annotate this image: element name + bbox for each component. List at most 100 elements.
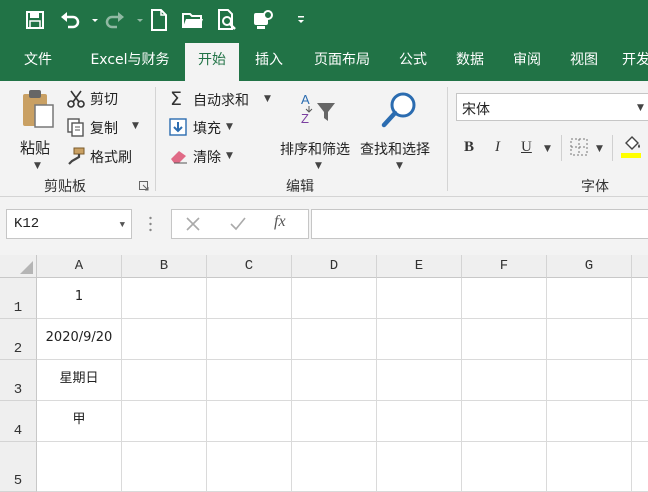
find-select-button[interactable]: 查找和选择 ▼: [359, 89, 439, 173]
cell-h3[interactable]: [632, 360, 648, 401]
row-header-3[interactable]: 3: [0, 360, 37, 401]
copy-button[interactable]: 复制 ▼: [66, 117, 146, 139]
column-header-f[interactable]: F: [462, 255, 547, 278]
cell-d2[interactable]: [292, 319, 377, 360]
redo-icon[interactable]: [103, 8, 127, 32]
border-dropdown-icon[interactable]: ▼: [596, 144, 603, 154]
column-header-partial[interactable]: [632, 255, 648, 278]
column-header-c[interactable]: C: [207, 255, 292, 278]
row-header-1[interactable]: 1: [0, 278, 37, 319]
redo-dropdown-icon[interactable]: [128, 8, 143, 32]
tab-home[interactable]: 开始: [185, 40, 239, 81]
cell-h4[interactable]: [632, 401, 648, 442]
cell-f1[interactable]: [462, 278, 547, 319]
cell-f2[interactable]: [462, 319, 547, 360]
fill-button[interactable]: 填充 ▼: [168, 117, 248, 139]
font-name-select[interactable]: 宋体 ▼: [456, 93, 648, 121]
cancel-icon[interactable]: [184, 215, 202, 237]
cell-a1[interactable]: 1: [37, 278, 122, 319]
cell-f5[interactable]: [462, 442, 547, 492]
cell-g2[interactable]: [547, 319, 632, 360]
name-box[interactable]: K12 ▼: [6, 209, 132, 239]
cell-f4[interactable]: [462, 401, 547, 442]
autosum-button[interactable]: Σ 自动求和 ▼: [168, 88, 278, 111]
cell-a2[interactable]: 2020/9/20: [37, 319, 122, 360]
tab-developer[interactable]: 开发: [616, 40, 648, 81]
cell-h1[interactable]: [632, 278, 648, 319]
cell-d5[interactable]: [292, 442, 377, 492]
cut-button[interactable]: 剪切: [66, 89, 146, 111]
cell-g3[interactable]: [547, 360, 632, 401]
tab-excel-finance[interactable]: Excel与财务: [78, 40, 182, 81]
cell-b4[interactable]: [122, 401, 207, 442]
underline-dropdown-icon[interactable]: ▼: [544, 144, 551, 154]
tab-insert[interactable]: 插入: [244, 40, 294, 81]
format-painter-button[interactable]: 格式刷: [66, 146, 146, 168]
tab-file[interactable]: 文件: [10, 40, 66, 81]
cell-e4[interactable]: [377, 401, 462, 442]
cell-e3[interactable]: [377, 360, 462, 401]
row-header-5[interactable]: 5: [0, 442, 37, 492]
print-preview-icon[interactable]: [215, 8, 239, 32]
undo-icon[interactable]: [58, 8, 82, 32]
save-icon[interactable]: [23, 8, 47, 32]
cell-c3[interactable]: [207, 360, 292, 401]
cell-b1[interactable]: [122, 278, 207, 319]
tab-page-layout[interactable]: 页面布局: [302, 40, 382, 81]
cell-h2[interactable]: [632, 319, 648, 360]
tab-view[interactable]: 视图: [558, 40, 610, 81]
cell-h5[interactable]: [632, 442, 648, 492]
select-all-corner[interactable]: [0, 255, 37, 278]
cell-c5[interactable]: [207, 442, 292, 492]
sort-filter-button[interactable]: A Z 排序和筛选 ▼: [279, 89, 357, 173]
row-header-4[interactable]: 4: [0, 401, 37, 442]
touch-mode-icon[interactable]: [251, 8, 275, 32]
new-file-icon[interactable]: [147, 8, 171, 32]
column-header-e[interactable]: E: [377, 255, 462, 278]
formula-input[interactable]: [311, 209, 648, 239]
column-header-b[interactable]: B: [122, 255, 207, 278]
cell-f3[interactable]: [462, 360, 547, 401]
bold-button[interactable]: B: [464, 139, 474, 156]
eraser-icon: [169, 148, 189, 168]
underline-button[interactable]: U: [521, 139, 532, 156]
cell-c4[interactable]: [207, 401, 292, 442]
open-folder-icon[interactable]: [181, 8, 205, 32]
cell-e5[interactable]: [377, 442, 462, 492]
cell-a4[interactable]: 甲: [37, 401, 122, 442]
name-box-dropdown-icon[interactable]: ▼: [120, 220, 125, 230]
formula-bar-grip-icon[interactable]: [149, 216, 152, 232]
italic-button[interactable]: I: [495, 139, 500, 156]
undo-dropdown-icon[interactable]: [83, 8, 98, 32]
cell-d1[interactable]: [292, 278, 377, 319]
cell-d4[interactable]: [292, 401, 377, 442]
clipboard-launcher-icon[interactable]: [139, 180, 149, 195]
column-header-g[interactable]: G: [547, 255, 632, 278]
cell-c2[interactable]: [207, 319, 292, 360]
enter-check-icon[interactable]: [229, 215, 247, 237]
paste-button[interactable]: 粘贴 ▼: [16, 89, 60, 171]
cell-b5[interactable]: [122, 442, 207, 492]
cell-d3[interactable]: [292, 360, 377, 401]
cell-c1[interactable]: [207, 278, 292, 319]
column-header-a[interactable]: A: [37, 255, 122, 278]
cell-g4[interactable]: [547, 401, 632, 442]
tab-data[interactable]: 数据: [444, 40, 496, 81]
tab-review[interactable]: 审阅: [502, 40, 552, 81]
cell-e2[interactable]: [377, 319, 462, 360]
fill-color-button[interactable]: [621, 135, 648, 161]
row-header-2[interactable]: 2: [0, 319, 37, 360]
column-header-d[interactable]: D: [292, 255, 377, 278]
border-icon[interactable]: [570, 138, 588, 160]
customize-icon[interactable]: [289, 8, 304, 32]
cell-b2[interactable]: [122, 319, 207, 360]
cell-a3[interactable]: 星期日: [37, 360, 122, 401]
cell-b3[interactable]: [122, 360, 207, 401]
insert-function-button[interactable]: fx: [274, 213, 286, 231]
cell-g5[interactable]: [547, 442, 632, 492]
tab-formulas[interactable]: 公式: [388, 40, 438, 81]
cell-e1[interactable]: [377, 278, 462, 319]
cell-a5[interactable]: [37, 442, 122, 492]
clear-button[interactable]: 清除 ▼: [168, 146, 248, 168]
cell-g1[interactable]: [547, 278, 632, 319]
